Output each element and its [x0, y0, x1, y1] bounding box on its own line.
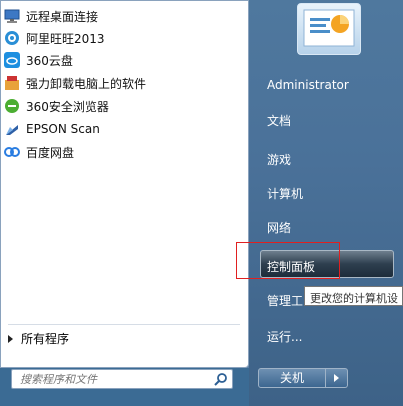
all-programs-label: 所有程序 [21, 332, 70, 346]
all-programs-link[interactable]: 所有程序 [8, 330, 69, 347]
program-label: 远程桌面连接 [26, 9, 99, 24]
program-item-aliwangwang[interactable]: 阿里旺旺2013 [4, 27, 242, 49]
uninstall-icon [4, 75, 20, 91]
arrow-right-icon [334, 374, 339, 382]
menu-item-computer[interactable]: 计算机 [267, 185, 303, 202]
remote-desktop-icon [4, 8, 20, 24]
program-label: 阿里旺旺2013 [26, 31, 105, 46]
search-field[interactable] [11, 369, 233, 389]
right-menu-panel [249, 0, 403, 406]
program-item-360-cloud[interactable]: 360云盘 [4, 49, 242, 71]
program-label: EPSON Scan [26, 122, 100, 136]
program-item-uninstall[interactable]: 强力卸载电脑上的软件 [4, 72, 242, 94]
highlight-annotation-box [236, 242, 340, 279]
search-input[interactable] [12, 370, 210, 388]
user-picture[interactable] [297, 3, 361, 55]
menu-item-run[interactable]: 运行... [267, 328, 302, 345]
program-label: 百度网盘 [26, 145, 75, 160]
program-item-baidu-netdisk[interactable]: 百度网盘 [4, 141, 242, 163]
program-item-remote-desktop[interactable]: 远程桌面连接 [4, 5, 242, 27]
program-item-360-browser[interactable]: 360安全浏览器 [4, 95, 242, 117]
program-label: 强力卸载电脑上的软件 [26, 76, 147, 91]
scanner-icon [4, 121, 20, 137]
cloud-icon [4, 52, 20, 68]
baidu-netdisk-icon [4, 144, 20, 160]
menu-item-documents[interactable]: 文档 [267, 112, 291, 129]
menu-item-network[interactable]: 网络 [267, 219, 291, 236]
program-item-epson-scan[interactable]: EPSON Scan [4, 118, 242, 140]
browser-icon [4, 98, 20, 114]
menu-item-admin-tools[interactable]: 管理工 [267, 292, 303, 309]
program-label: 360安全浏览器 [26, 99, 109, 114]
divider [8, 324, 240, 325]
user-picture-icon [303, 9, 355, 47]
shutdown-options-button[interactable] [326, 368, 348, 388]
tooltip: 更改您的计算机设 [304, 286, 403, 306]
program-label: 360云盘 [26, 53, 73, 68]
search-icon[interactable] [214, 372, 228, 386]
menu-item-games[interactable]: 游戏 [267, 151, 291, 168]
menu-item-administrator[interactable]: Administrator [267, 78, 349, 92]
shutdown-button[interactable]: 关机 [258, 368, 326, 388]
arrow-right-icon [8, 334, 13, 343]
aliwangwang-icon [4, 30, 20, 46]
shutdown-button-group: 关机 [258, 368, 350, 388]
